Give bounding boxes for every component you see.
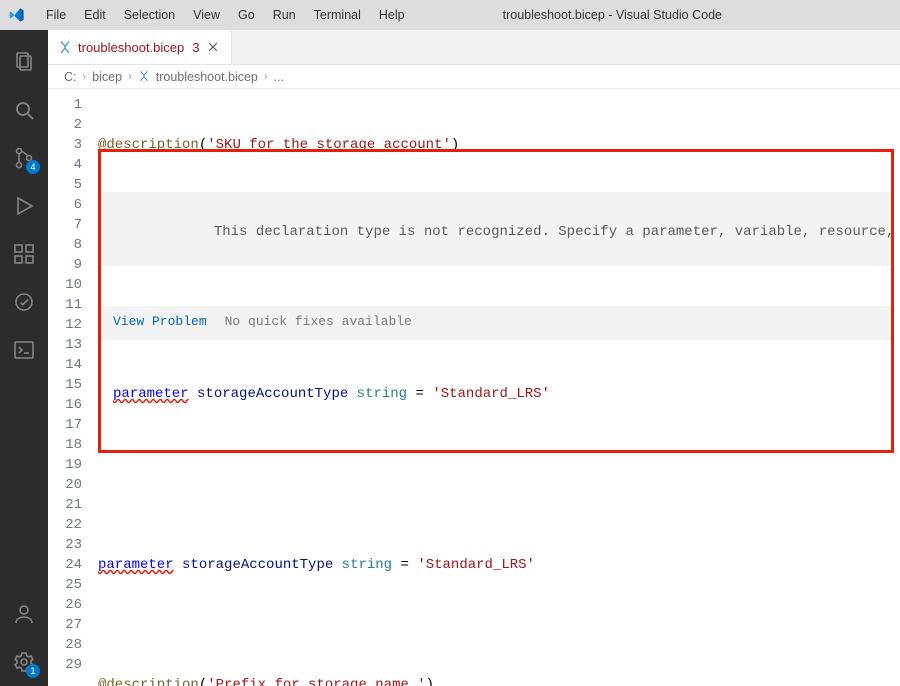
extensions-icon[interactable] [0,230,48,278]
no-quickfix-label: No quick fixes available [225,312,412,332]
breadcrumb-trail[interactable]: ... [274,70,284,84]
bicep-file-icon [138,69,150,84]
code-content[interactable]: @description('SKU for the storage accoun… [96,89,900,686]
titlebar: File Edit Selection View Go Run Terminal… [0,0,900,30]
breadcrumb-drive[interactable]: C: [64,70,77,84]
window-title: troubleshoot.bicep - Visual Studio Code [413,8,892,22]
bicep-file-icon [58,39,72,56]
problem-hover: This declaration type is not recognized.… [98,149,894,453]
settings-gear-icon[interactable]: 1 [0,638,48,686]
editor-tab[interactable]: troubleshoot.bicep 3 [48,30,232,64]
menu-file[interactable]: File [38,4,74,26]
activity-bar: 4 1 [0,30,48,686]
problem-actions: View Problem No quick fixes available [101,306,891,340]
line-number-gutter: 1 2 3 4 5 6 7 8 9 10 11 12 13 14 15 16 1… [48,89,96,686]
close-tab-icon[interactable] [205,39,221,55]
menu-go[interactable]: Go [230,4,263,26]
scm-badge: 4 [26,160,40,174]
tab-bar: troubleshoot.bicep 3 [48,30,900,65]
run-debug-icon[interactable] [0,182,48,230]
vscode-logo-icon [8,6,26,24]
source-control-icon[interactable]: 4 [0,134,48,182]
breadcrumbs[interactable]: C: › bicep › troubleshoot.bicep › ... [48,65,900,89]
testing-icon[interactable] [0,278,48,326]
menu-edit[interactable]: Edit [76,4,114,26]
view-problem-link[interactable]: View Problem [113,312,207,332]
search-icon[interactable] [0,86,48,134]
menu-selection[interactable]: Selection [116,4,183,26]
menu-run[interactable]: Run [265,4,304,26]
problem-message: This declaration type is not recognized.… [101,192,891,266]
explorer-icon[interactable] [0,38,48,86]
chevron-right-icon: › [128,71,132,83]
chevron-right-icon: › [264,71,268,83]
tab-problem-count: 3 [192,40,199,55]
chevron-right-icon: › [83,71,87,83]
editor-group: troubleshoot.bicep 3 C: › bicep › troubl… [48,30,900,686]
menu-help[interactable]: Help [371,4,413,26]
menu-terminal[interactable]: Terminal [306,4,369,26]
menubar: File Edit Selection View Go Run Terminal… [38,4,413,26]
terminal-panel-icon[interactable] [0,326,48,374]
problem-source-line: parameter storageAccountType string = 'S… [101,380,891,410]
breadcrumb-file[interactable]: troubleshoot.bicep [156,70,258,84]
code-editor[interactable]: 1 2 3 4 5 6 7 8 9 10 11 12 13 14 15 16 1… [48,89,900,686]
tab-filename: troubleshoot.bicep [78,40,184,55]
menu-view[interactable]: View [185,4,228,26]
breadcrumb-folder[interactable]: bicep [92,70,122,84]
settings-badge: 1 [26,664,40,678]
accounts-icon[interactable] [0,590,48,638]
